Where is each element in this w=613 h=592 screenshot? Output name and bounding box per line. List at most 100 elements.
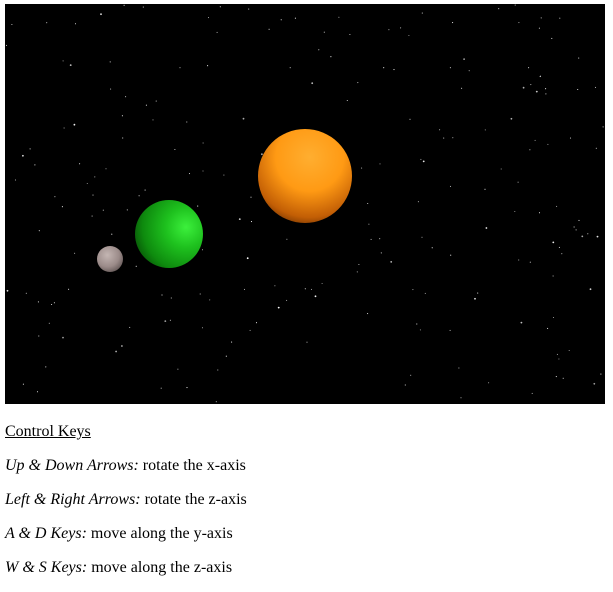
star xyxy=(102,209,104,211)
control-action-text: rotate the x-axis xyxy=(138,457,246,474)
control-item-y-axis-move: A & D Keys: move along the y-axis xyxy=(5,524,605,544)
star xyxy=(306,341,308,343)
star xyxy=(538,212,541,214)
star xyxy=(255,322,258,324)
star xyxy=(248,8,250,10)
star xyxy=(498,8,500,10)
star xyxy=(121,115,123,117)
star xyxy=(370,238,372,240)
star xyxy=(174,148,176,151)
control-key-label: Up & Down Arrows: xyxy=(5,457,139,474)
star xyxy=(207,17,210,19)
star xyxy=(529,261,531,263)
star xyxy=(160,387,162,389)
star xyxy=(514,4,516,6)
star xyxy=(558,358,560,360)
orange-planet-sphere[interactable] xyxy=(258,129,352,223)
star xyxy=(6,289,9,292)
star xyxy=(367,313,369,315)
star xyxy=(22,154,24,157)
star xyxy=(207,65,209,67)
star xyxy=(110,88,112,90)
star xyxy=(268,28,270,30)
star xyxy=(94,176,96,178)
control-keys-panel: Control Keys Up & Down Arrows: rotate th… xyxy=(5,422,605,592)
star xyxy=(217,369,219,371)
star xyxy=(145,104,147,106)
star xyxy=(568,349,570,352)
control-key-label: Left & Right Arrows: xyxy=(5,491,141,508)
star xyxy=(443,137,445,139)
star xyxy=(5,44,8,46)
star xyxy=(539,75,542,77)
star xyxy=(518,259,520,261)
star xyxy=(409,118,411,120)
star xyxy=(450,254,452,256)
star xyxy=(22,383,24,385)
star xyxy=(61,206,63,208)
star xyxy=(346,99,348,102)
star xyxy=(460,397,462,399)
star xyxy=(280,19,282,21)
star xyxy=(575,229,577,231)
star xyxy=(600,373,602,375)
star xyxy=(62,336,64,339)
star xyxy=(250,196,252,198)
star xyxy=(100,13,102,16)
star xyxy=(286,238,288,240)
star xyxy=(474,297,476,300)
star xyxy=(223,174,225,176)
star xyxy=(484,188,486,190)
render-canvas[interactable] xyxy=(5,4,605,404)
control-action-text: rotate the z-axis xyxy=(140,491,247,508)
star xyxy=(569,137,572,139)
star xyxy=(562,377,564,379)
star xyxy=(45,366,47,368)
star xyxy=(581,235,584,238)
moon-sphere[interactable] xyxy=(97,246,123,272)
green-planet-sphere[interactable] xyxy=(135,200,203,268)
star xyxy=(431,247,433,249)
star xyxy=(219,6,221,8)
star xyxy=(540,17,542,19)
star xyxy=(461,87,463,89)
star xyxy=(368,223,370,225)
star xyxy=(488,382,490,384)
star xyxy=(449,67,451,69)
star xyxy=(62,60,64,62)
star xyxy=(201,327,204,329)
star xyxy=(573,226,575,228)
star xyxy=(250,221,253,223)
star xyxy=(238,218,241,221)
star xyxy=(25,292,27,294)
star xyxy=(419,329,421,331)
star xyxy=(416,323,418,325)
star xyxy=(420,158,422,160)
star xyxy=(177,368,179,370)
star xyxy=(595,147,597,149)
star xyxy=(246,257,249,260)
star xyxy=(422,160,425,163)
star xyxy=(318,49,320,51)
star xyxy=(129,326,131,328)
control-item-z-axis-move: W & S Keys: move along the z-axis xyxy=(5,558,605,578)
star xyxy=(452,137,454,139)
star xyxy=(545,93,547,95)
star xyxy=(577,88,579,91)
star xyxy=(261,153,263,156)
star xyxy=(209,299,211,301)
star xyxy=(29,148,31,150)
star xyxy=(594,86,597,88)
star xyxy=(449,185,452,187)
star xyxy=(530,84,532,86)
star xyxy=(361,167,363,169)
star xyxy=(152,119,154,121)
star xyxy=(531,392,533,394)
control-action-text: move along the y-axis xyxy=(86,525,233,542)
star xyxy=(286,299,288,301)
star xyxy=(74,23,77,25)
star xyxy=(155,100,157,102)
star xyxy=(73,123,76,126)
control-action-text: move along the z-axis xyxy=(87,559,233,576)
star xyxy=(593,382,596,385)
